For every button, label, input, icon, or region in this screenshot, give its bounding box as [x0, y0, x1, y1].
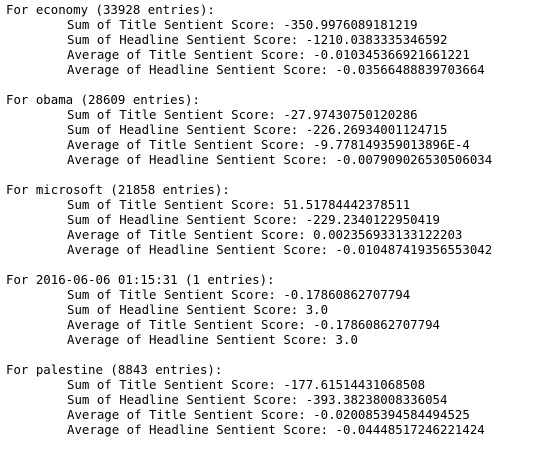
result-group-palestine: For palestine (8843 entries): Sum of Tit…: [6, 362, 554, 452]
sum-title-score: Sum of Title Sentient Score: -177.615144…: [67, 377, 426, 392]
average-headline-score: Average of Headline Sentient Score: 3.0: [67, 332, 358, 347]
sum-headline-score: Sum of Headline Sentient Score: -229.234…: [67, 212, 440, 227]
average-headline-score: Average of Headline Sentient Score: -0.0…: [67, 242, 493, 257]
average-title-score: Average of Title Sentient Score: -0.0200…: [67, 407, 470, 422]
group-header: For microsoft (21858 entries):: [6, 182, 230, 197]
average-headline-score: Average of Headline Sentient Score: -0.0…: [67, 152, 493, 167]
average-title-score: Average of Title Sentient Score: 0.00235…: [67, 227, 463, 242]
group-header: For 2016-06-06 01:15:31 (1 entries):: [6, 272, 275, 287]
sum-title-score: Sum of Title Sentient Score: -27.9743075…: [67, 107, 418, 122]
average-headline-score: Average of Headline Sentient Score: -0.0…: [67, 62, 485, 77]
average-title-score: Average of Title Sentient Score: -0.0103…: [67, 47, 470, 62]
sum-title-score: Sum of Title Sentient Score: -350.997608…: [67, 17, 418, 32]
average-title-score: Average of Title Sentient Score: -0.1786…: [67, 317, 440, 332]
sum-headline-score: Sum of Headline Sentient Score: -393.382…: [67, 392, 448, 407]
sum-headline-score: Sum of Headline Sentient Score: -226.269…: [67, 122, 448, 137]
result-group-economy: For economy (33928 entries): Sum of Titl…: [6, 2, 554, 92]
result-group-date: For 2016-06-06 01:15:31 (1 entries): Sum…: [6, 272, 554, 362]
group-header: For economy (33928 entries):: [6, 2, 215, 17]
sum-title-score: Sum of Title Sentient Score: -0.17860862…: [67, 287, 411, 302]
group-header: For obama (28609 entries):: [6, 92, 200, 107]
sum-headline-score: Sum of Headline Sentient Score: 3.0: [67, 302, 329, 317]
result-group-obama: For obama (28609 entries): Sum of Title …: [6, 92, 554, 182]
group-header: For palestine (8843 entries):: [6, 362, 223, 377]
average-title-score: Average of Title Sentient Score: -9.7781…: [67, 137, 470, 152]
average-headline-score: Average of Headline Sentient Score: -0.0…: [67, 422, 485, 437]
sum-headline-score: Sum of Headline Sentient Score: -1210.03…: [67, 32, 448, 47]
sum-title-score: Sum of Title Sentient Score: 51.51784442…: [67, 197, 411, 212]
console-output: For economy (33928 entries): Sum of Titl…: [6, 2, 554, 452]
result-group-microsoft: For microsoft (21858 entries): Sum of Ti…: [6, 182, 554, 272]
